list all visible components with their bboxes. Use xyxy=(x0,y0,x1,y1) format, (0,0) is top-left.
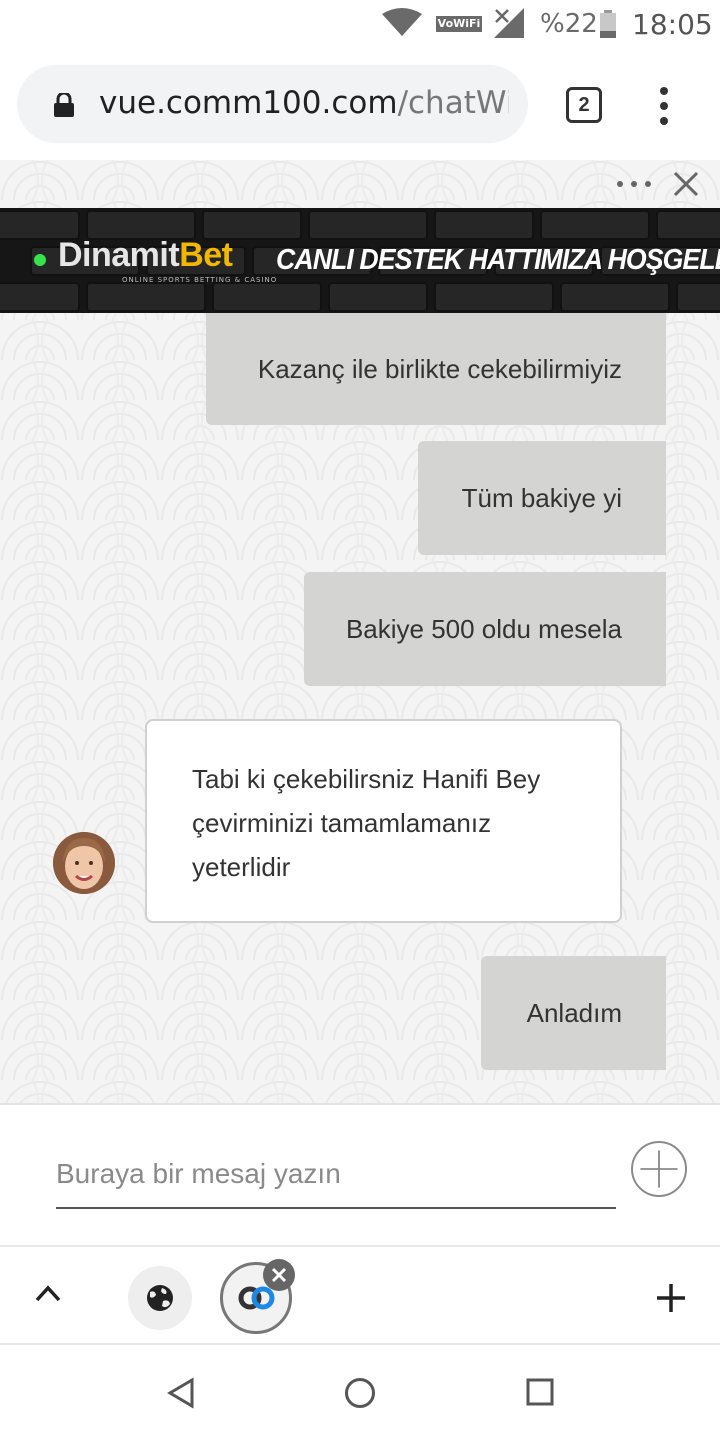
brand-logo: DinamitBet xyxy=(58,236,233,275)
browser-bottom-toolbar xyxy=(0,1245,720,1345)
url-path: /chatWin xyxy=(397,85,509,121)
message-line: yeterlidir xyxy=(192,852,291,882)
chat-window: DinamitBet ONLINE SPORTS BETTING & CASIN… xyxy=(0,160,720,1245)
vowifi-badge: VoWiFi xyxy=(436,16,482,32)
browser-address-row: vue.comm100.com/chatWin 2 xyxy=(0,50,720,160)
agent-message: Tabi ki çekebilirsniz Hanifi Bey çevirmi… xyxy=(145,719,622,923)
message-text: Kazanç ile birlikte cekebilirmiyiz xyxy=(257,353,622,384)
status-bar: VoWiFi %22 18:05 xyxy=(0,0,720,50)
wifi-icon xyxy=(382,8,422,36)
url-text: vue.comm100.com/chatWin xyxy=(99,85,509,121)
brand-logo-accent: Bet xyxy=(179,236,233,274)
brand-banner: DinamitBet ONLINE SPORTS BETTING & CASIN… xyxy=(0,208,720,313)
close-icon[interactable] xyxy=(672,170,700,198)
url-host: vue.comm100.com xyxy=(99,85,398,121)
new-tab-icon[interactable] xyxy=(655,1282,687,1314)
visitor-message: Anladım xyxy=(481,956,666,1070)
message-input[interactable] xyxy=(56,1141,616,1209)
battery-icon xyxy=(600,10,616,38)
visitor-message: Bakiye 500 oldu mesela xyxy=(304,572,666,686)
brand-tagline: ONLINE SPORTS BETTING & CASINO xyxy=(122,276,278,284)
bubble-close-button[interactable] xyxy=(263,1259,295,1291)
tab-switcher-button[interactable]: 2 xyxy=(566,87,602,123)
message-line: Tabi ki çekebilirsniz Hanifi Bey xyxy=(192,764,541,794)
globe-icon xyxy=(147,1285,173,1311)
more-options-icon[interactable] xyxy=(652,86,676,126)
message-text: Tüm bakiye yi xyxy=(461,482,622,513)
message-list: Kazanç ile birlikte cekebilirmiyiz Tüm b… xyxy=(0,313,720,1103)
message-text: Anladım xyxy=(526,997,622,1028)
close-icon xyxy=(271,1267,287,1283)
add-attachment-icon[interactable] xyxy=(631,1141,687,1197)
address-bar[interactable]: vue.comm100.com/chatWin xyxy=(17,65,528,143)
globe-button[interactable] xyxy=(128,1266,192,1330)
agent-avatar xyxy=(53,832,115,894)
message-text: Bakiye 500 oldu mesela xyxy=(345,613,622,644)
brand-logo-main: Dinamit xyxy=(58,236,180,274)
back-icon[interactable] xyxy=(166,1377,196,1409)
lock-icon xyxy=(54,93,74,117)
clock: 18:05 xyxy=(632,8,713,41)
online-status-indicator xyxy=(34,254,46,266)
signal-icon xyxy=(494,8,524,38)
battery-percentage: %22 xyxy=(540,9,598,39)
visitor-message: Tüm bakiye yi xyxy=(418,441,666,555)
visitor-message: Kazanç ile birlikte cekebilirmiyiz xyxy=(206,313,666,425)
recent-apps-icon[interactable] xyxy=(526,1378,554,1406)
message-line: çevirminizi tamamlamanız xyxy=(192,808,492,838)
chevron-up-icon[interactable] xyxy=(34,1283,62,1303)
chat-top-controls xyxy=(0,160,720,208)
home-icon[interactable] xyxy=(344,1377,376,1409)
message-composer xyxy=(0,1103,720,1245)
banner-title: CANLI DESTEK HATTIMIZA HOŞGELDİNİZ xyxy=(276,244,720,276)
chat-menu-icon[interactable] xyxy=(614,174,654,194)
system-navigation-bar xyxy=(0,1345,720,1440)
